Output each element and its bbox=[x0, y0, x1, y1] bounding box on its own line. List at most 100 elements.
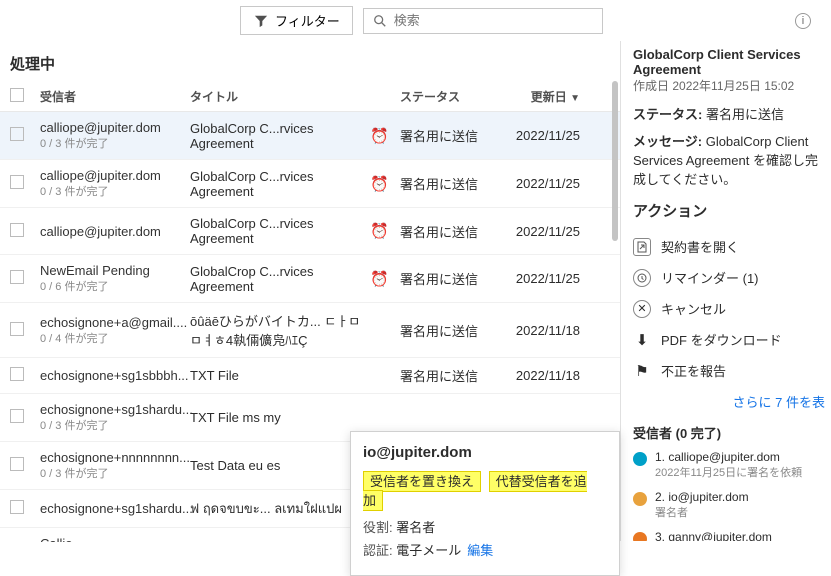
sender-sub: 0 / 3 件が完了 bbox=[40, 135, 190, 151]
info-icon[interactable]: i bbox=[795, 13, 811, 29]
reminder-clock-icon: ⏰ bbox=[370, 271, 389, 288]
sender: calliope@jupiter.dom bbox=[40, 168, 190, 183]
filter-button[interactable]: フィルター bbox=[240, 6, 353, 35]
search-input[interactable] bbox=[394, 13, 594, 28]
row-checkbox[interactable] bbox=[10, 367, 24, 381]
sender-sub: 0 / 6 件が完了 bbox=[40, 278, 190, 294]
row-checkbox[interactable] bbox=[10, 270, 24, 284]
title-cell: ฟ ฤดจขบขะ... ลเทมใฝแปผ bbox=[190, 498, 370, 519]
sender: echosignone+sg1shardu... bbox=[40, 501, 190, 516]
sender: calliope@jupiter.dom bbox=[40, 120, 190, 135]
document-title: GlobalCorp Client Services Agreement bbox=[633, 47, 825, 77]
status-cell: 署名用に送信 bbox=[400, 126, 500, 145]
date-cell: 2022/11/18 bbox=[500, 368, 580, 383]
col-status[interactable]: ステータス bbox=[400, 88, 500, 105]
action-download-pdf[interactable]: ⬇ PDF をダウンロード bbox=[633, 324, 825, 355]
sender: NewEmail Pending bbox=[40, 263, 190, 278]
open-icon bbox=[633, 238, 651, 256]
date-cell: 2022/11/25 bbox=[500, 128, 580, 143]
table-row[interactable]: calliope@jupiter.dom0 / 3 件が完了GlobalCorp… bbox=[0, 160, 620, 208]
created-meta: 作成日 2022年11月25日 15:02 bbox=[633, 77, 825, 94]
edit-auth-link[interactable]: 編集 bbox=[467, 543, 493, 558]
message-row: メッセージ: GlobalCorp Client Services Agreem… bbox=[633, 131, 825, 188]
title-cell: ōûäēひらがバイトカ... ㄷㅏㅁ ㅁㅕㅎ4執倆儣凫ﾊｴÇ bbox=[190, 311, 370, 349]
status-cell: 署名用に送信 bbox=[400, 174, 500, 193]
date-cell: 2022/11/18 bbox=[500, 323, 580, 338]
recipient-item[interactable]: 3. ganny@jupiter.dom署名者 bbox=[633, 530, 825, 541]
status-cell: 署名用に送信 bbox=[400, 222, 500, 241]
recipient-label: 1. calliope@jupiter.dom bbox=[655, 450, 802, 464]
table-row[interactable]: echosignone+sg1sbbbh...TXT File署名用に送信202… bbox=[0, 358, 620, 394]
col-date[interactable]: 更新日 ▼ bbox=[500, 88, 580, 105]
recipient-label: 3. ganny@jupiter.dom bbox=[655, 530, 772, 541]
sender: echosignone+nnnnnnnn... bbox=[40, 450, 190, 465]
status-cell: 署名用に送信 bbox=[400, 321, 500, 340]
row-checkbox[interactable] bbox=[10, 175, 24, 189]
show-more-link[interactable]: さらに 7 件を表 bbox=[633, 392, 825, 411]
popover-heading: io@jupiter.dom bbox=[363, 444, 607, 461]
recipient-status-dot bbox=[633, 452, 647, 466]
col-sender[interactable]: 受信者 bbox=[40, 88, 190, 105]
row-checkbox[interactable] bbox=[10, 500, 24, 514]
table-row[interactable]: echosignone+a@gmail....0 / 4 件が完了ōûäēひらが… bbox=[0, 303, 620, 358]
title-cell: Test Data eu es bbox=[190, 458, 370, 473]
status-cell: 署名用に送信 bbox=[400, 269, 500, 288]
search-icon bbox=[372, 13, 388, 29]
sender-sub: 0 / 3 件が完了 bbox=[40, 465, 190, 481]
sender: calliope@jupiter.dom bbox=[40, 224, 190, 239]
title-cell: GlobalCorp C...rvices Agreement bbox=[190, 169, 370, 199]
recipients-heading: 受信者 (0 完了) bbox=[633, 423, 825, 442]
agreement-list-pane: 処理中 受信者 タイトル ステータス 更新日 ▼ calliope@jupite… bbox=[0, 41, 621, 541]
reminder-icon bbox=[633, 269, 651, 287]
auth-value: 電子メール bbox=[396, 543, 461, 558]
sender: echosignone+a@gmail.... bbox=[40, 315, 190, 330]
row-checkbox[interactable] bbox=[10, 409, 24, 423]
scrollbar-thumb[interactable] bbox=[612, 81, 618, 241]
recipient-status-dot bbox=[633, 492, 647, 506]
table-header: 受信者 タイトル ステータス 更新日 ▼ bbox=[0, 82, 620, 112]
reminder-clock-icon: ⏰ bbox=[370, 176, 389, 193]
search-box[interactable] bbox=[363, 8, 603, 34]
action-cancel[interactable]: ✕ キャンセル bbox=[633, 293, 825, 324]
recipient-item[interactable]: 2. io@jupiter.dom署名者 bbox=[633, 490, 825, 520]
date-cell: 2022/11/25 bbox=[500, 176, 580, 191]
sort-desc-icon: ▼ bbox=[570, 93, 580, 104]
table-row[interactable]: calliope@jupiter.dom0 / 3 件が完了GlobalCorp… bbox=[0, 112, 620, 160]
row-checkbox[interactable] bbox=[10, 457, 24, 471]
status-cell: 署名用に送信 bbox=[400, 366, 500, 385]
sender-sub: 0 / 3 件が完了 bbox=[40, 183, 190, 199]
flag-icon: ⚑ bbox=[633, 362, 651, 380]
toolbar: フィルター i bbox=[0, 0, 831, 41]
status-row: ステータス: 署名用に送信 bbox=[633, 104, 825, 123]
reminder-clock-icon: ⏰ bbox=[370, 128, 389, 145]
action-open-agreement[interactable]: 契約書を開く bbox=[633, 231, 825, 262]
row-checkbox[interactable] bbox=[10, 322, 24, 336]
section-heading: 処理中 bbox=[0, 41, 620, 82]
title-cell: GlobalCorp C...rvices Agreement bbox=[190, 216, 370, 246]
replace-recipient-button[interactable]: 受信者を置き換え bbox=[363, 471, 481, 492]
details-panel: GlobalCorp Client Services Agreement 作成日… bbox=[621, 41, 831, 541]
cancel-icon: ✕ bbox=[633, 300, 651, 318]
recipient-item[interactable]: 1. calliope@jupiter.dom2022年11月25日に署名を依頼 bbox=[633, 450, 825, 480]
table-row[interactable]: NewEmail Pending0 / 6 件が完了GlobalCrop C..… bbox=[0, 255, 620, 303]
action-report-abuse[interactable]: ⚑ 不正を報告 bbox=[633, 355, 825, 386]
sender-sub: 0 / 4 件が完了 bbox=[40, 330, 190, 346]
col-title[interactable]: タイトル bbox=[190, 88, 370, 105]
title-cell: GlobalCrop C...rvices Agreement bbox=[190, 264, 370, 294]
sender: echosignone+sg1shardu... bbox=[40, 402, 190, 417]
date-cell: 2022/11/25 bbox=[500, 271, 580, 286]
select-all-checkbox[interactable] bbox=[10, 88, 24, 102]
row-checkbox[interactable] bbox=[10, 223, 24, 237]
action-reminder[interactable]: リマインダー (1) bbox=[633, 262, 825, 293]
reminder-clock-icon: ⏰ bbox=[370, 223, 389, 240]
recipient-label: 2. io@jupiter.dom bbox=[655, 490, 749, 504]
download-icon: ⬇ bbox=[633, 331, 651, 349]
title-cell: TXT File ms my bbox=[190, 410, 370, 425]
row-checkbox[interactable] bbox=[10, 127, 24, 141]
recipient-status-dot bbox=[633, 532, 647, 541]
sender: Callie bbox=[40, 536, 190, 542]
title-cell: TXT File bbox=[190, 368, 370, 383]
recipient-sub: 2022年11月25日に署名を依頼 bbox=[655, 464, 802, 480]
table-row[interactable]: calliope@jupiter.domGlobalCorp C...rvice… bbox=[0, 208, 620, 255]
date-cell: 2022/11/25 bbox=[500, 224, 580, 239]
